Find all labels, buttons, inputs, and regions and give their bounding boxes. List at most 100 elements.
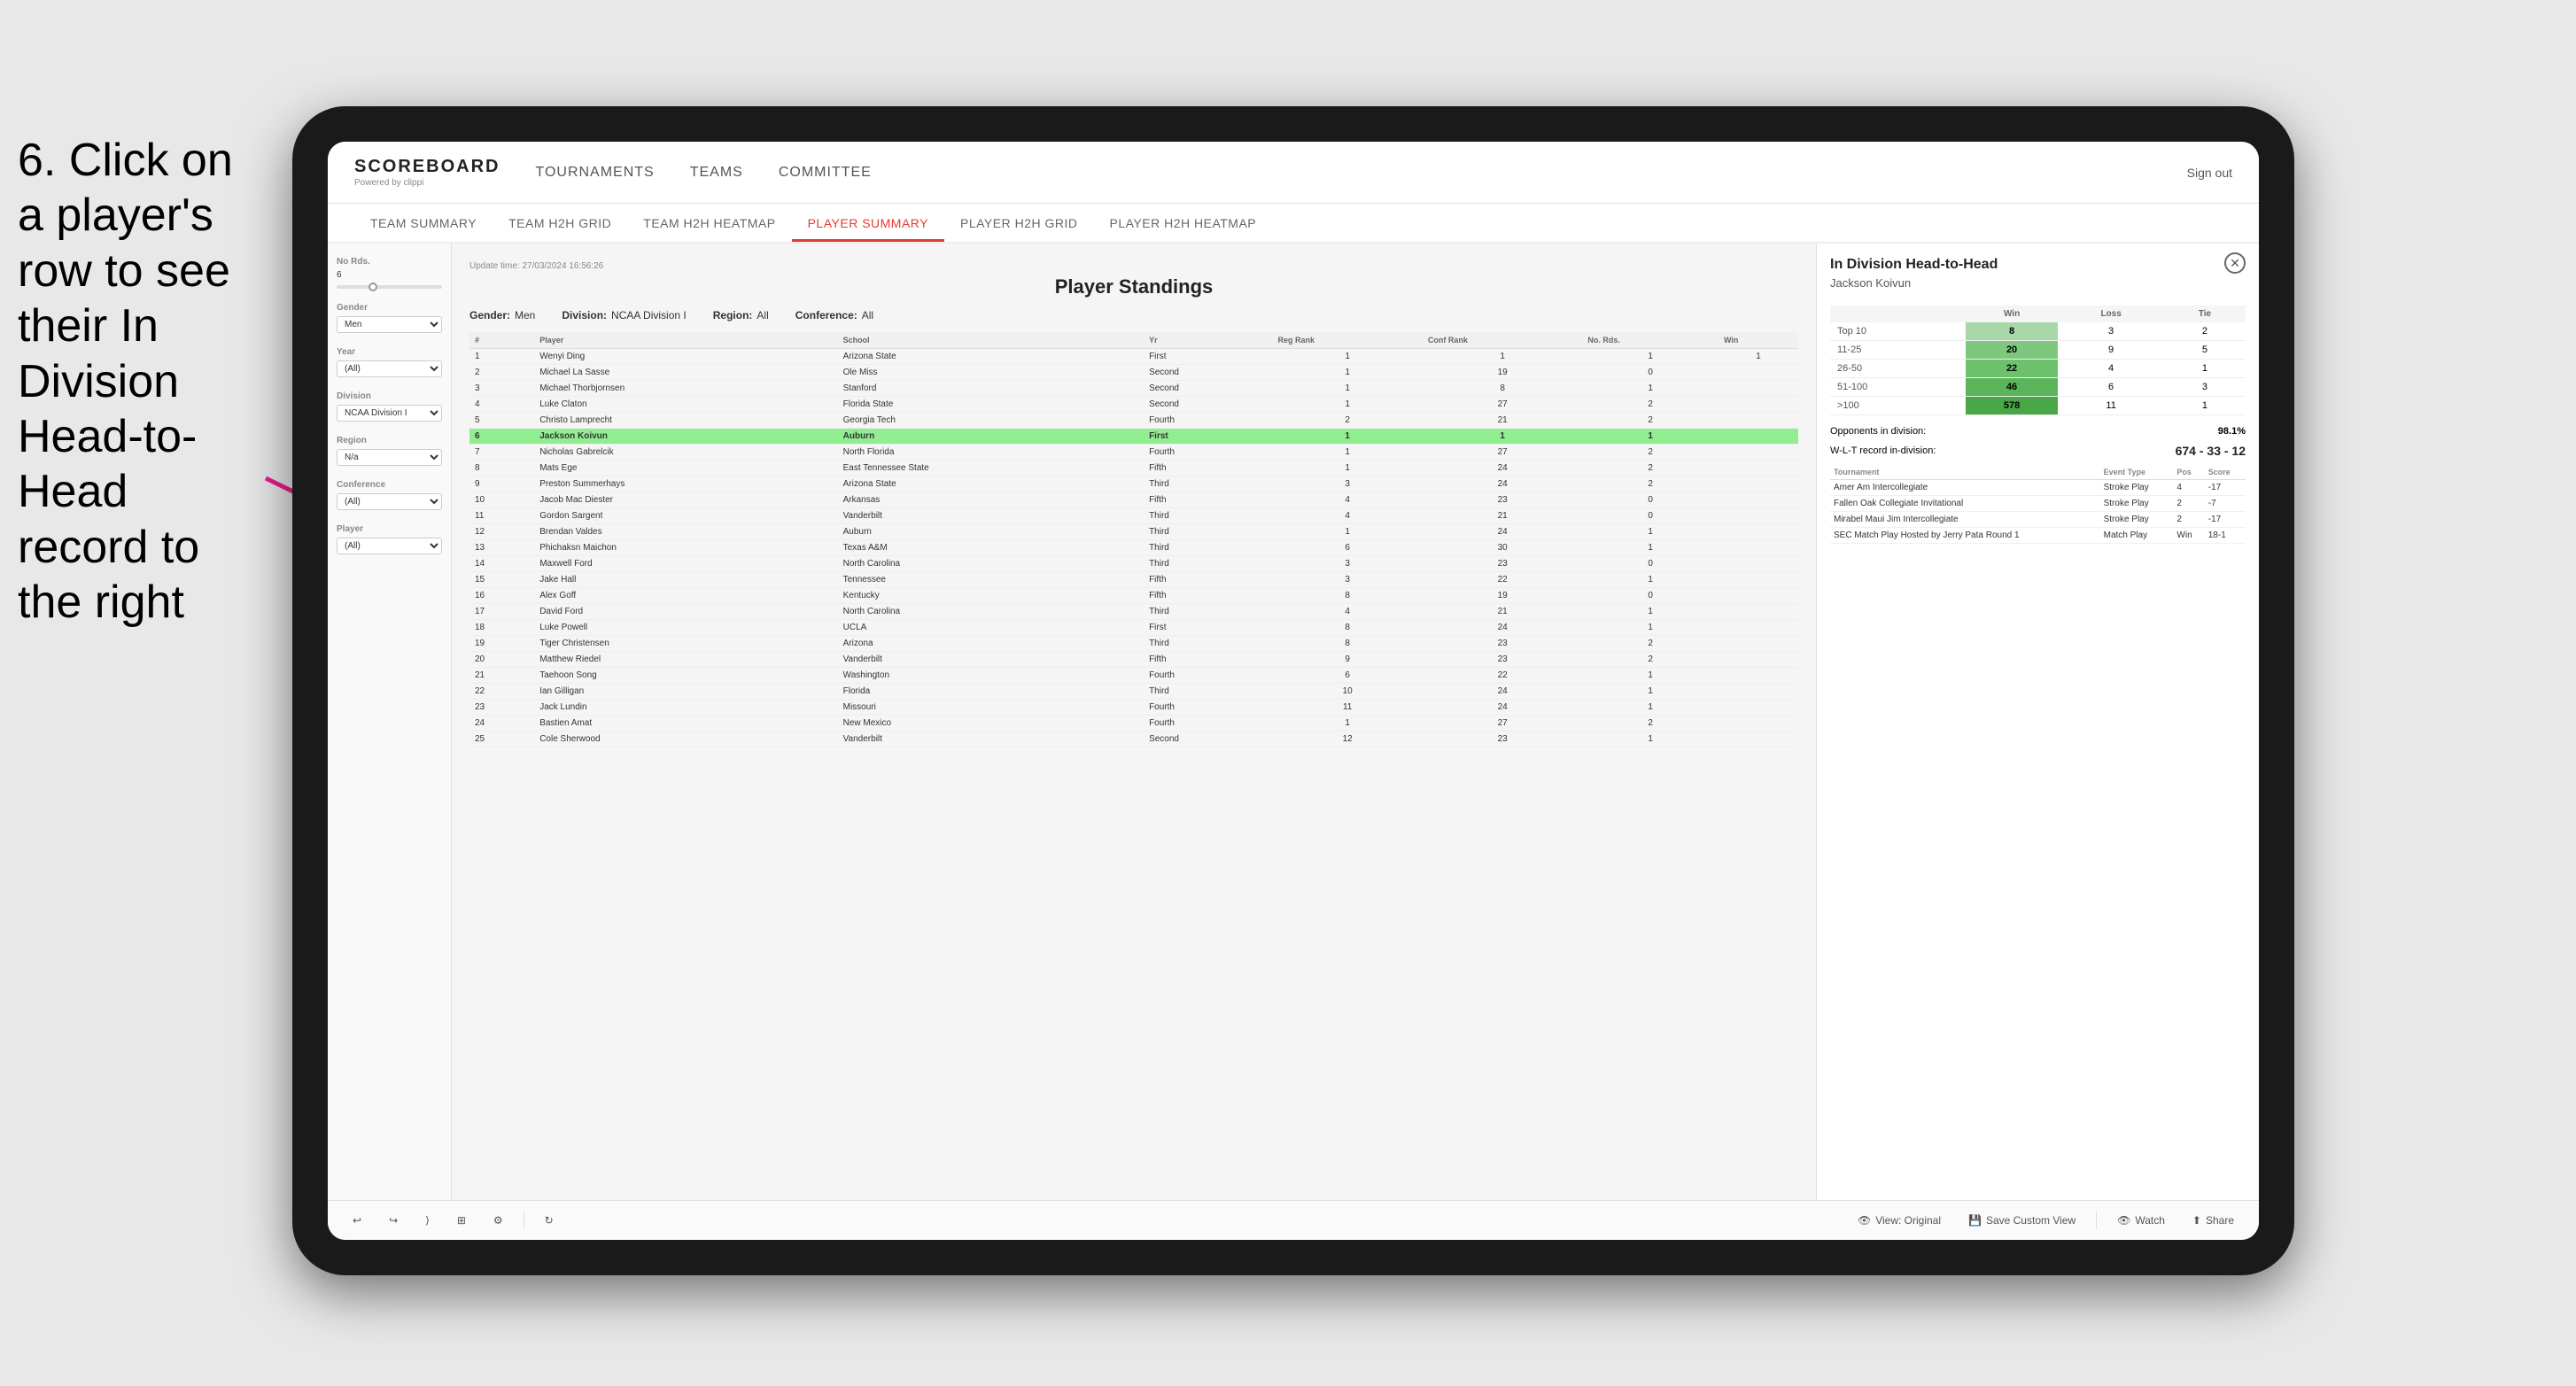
h2h-close-button[interactable]: ✕ <box>2224 252 2246 274</box>
filter-gender: Gender: Men <box>469 309 535 321</box>
table-row[interactable]: 20 Matthew Riedel Vanderbilt Fifth 9 23 … <box>469 652 1798 668</box>
forward-button[interactable]: ⟩ <box>418 1211 437 1230</box>
table-row[interactable]: 22 Ian Gilligan Florida Third 10 24 1 <box>469 684 1798 700</box>
table-row[interactable]: 7 Nicholas Gabrelcik North Florida Fourt… <box>469 445 1798 461</box>
instruction-text: 6. Click on a player's row to see their … <box>0 115 257 648</box>
gender-select[interactable]: Men Women <box>337 316 442 333</box>
division-section: Division NCAA Division I <box>337 391 442 422</box>
table-row[interactable]: 24 Bastien Amat New Mexico Fourth 1 27 2 <box>469 716 1798 732</box>
tablet-screen: SCOREBOARD Powered by clippi TOURNAMENTS… <box>328 142 2259 1240</box>
nav-item-teams[interactable]: TEAMS <box>690 160 743 185</box>
tournament-header: Tournament Event Type Pos Score <box>1830 465 2246 480</box>
col-conf-rank: Conf Rank <box>1423 332 1582 349</box>
table-row[interactable]: 10 Jacob Mac Diester Arkansas Fifth 4 23… <box>469 492 1798 508</box>
filter-conference: Conference: All <box>795 309 873 321</box>
wlt-row: W-L-T record in-division: 674 - 33 - 12 <box>1830 444 2246 458</box>
table-row[interactable]: 23 Jack Lundin Missouri Fourth 11 24 1 <box>469 700 1798 716</box>
h2h-col-tie: Tie <box>2164 306 2246 322</box>
main-content: No Rds. 6 Gender Men Women Year <box>328 244 2259 1200</box>
year-section: Year (All) <box>337 347 442 377</box>
undo-button[interactable]: ↩ <box>345 1211 369 1230</box>
right-panel: In Division Head-to-Head Jackson Koivun … <box>1816 244 2259 1200</box>
standings-table: # Player School Yr Reg Rank Conf Rank No… <box>469 332 1798 747</box>
tab-team-h2h-heatmap[interactable]: TEAM H2H HEATMAP <box>627 207 791 242</box>
gender-label: Gender <box>337 303 442 313</box>
col-num: # <box>469 332 534 349</box>
watch-button[interactable]: 👁 Watch <box>2110 1211 2172 1230</box>
table-row[interactable]: 14 Maxwell Ford North Carolina Third 3 2… <box>469 556 1798 572</box>
table-row[interactable]: 21 Taehoon Song Washington Fourth 6 22 1 <box>469 668 1798 684</box>
logo-title: SCOREBOARD <box>354 157 500 177</box>
nav-item-tournaments[interactable]: TOURNAMENTS <box>535 160 654 185</box>
division-label: Division <box>337 391 442 401</box>
table-row[interactable]: 16 Alex Goff Kentucky Fifth 8 19 0 <box>469 588 1798 604</box>
tab-player-summary[interactable]: PLAYER SUMMARY <box>792 207 944 242</box>
h2h-row: 26-50 22 4 1 <box>1830 360 2246 378</box>
share-button[interactable]: ⬆ Share <box>2185 1211 2241 1230</box>
table-row[interactable]: 12 Brendan Valdes Auburn Third 1 24 1 <box>469 524 1798 540</box>
wlt-stat: 674 - 33 - 12 <box>2176 444 2246 458</box>
table-row[interactable]: 25 Cole Sherwood Vanderbilt Second 12 23… <box>469 732 1798 747</box>
col-school: School <box>838 332 1144 349</box>
player-label: Player <box>337 524 442 534</box>
tab-team-h2h-grid[interactable]: TEAM H2H GRID <box>493 207 627 242</box>
h2h-col-win: Win <box>1966 306 2058 322</box>
table-row[interactable]: 5 Christo Lamprecht Georgia Tech Fourth … <box>469 413 1798 429</box>
col-yr: Yr <box>1144 332 1272 349</box>
division-select[interactable]: NCAA Division I <box>337 405 442 422</box>
table-row[interactable]: 9 Preston Summerhays Arizona State Third… <box>469 476 1798 492</box>
no-rds-slider[interactable] <box>337 285 442 289</box>
col-no-rds: No. Rds. <box>1582 332 1719 349</box>
year-select[interactable]: (All) <box>337 360 442 377</box>
table-row[interactable]: 6 Jackson Koivun Auburn First 1 1 1 <box>469 429 1798 445</box>
filters-row: Gender: Men Division: NCAA Division I Re… <box>469 309 1798 321</box>
region-select[interactable]: N/a <box>337 449 442 466</box>
region-label: Region <box>337 436 442 445</box>
table-row[interactable]: 1 Wenyi Ding Arizona State First 1 1 1 1 <box>469 349 1798 365</box>
table-row[interactable]: 19 Tiger Christensen Arizona Third 8 23 … <box>469 636 1798 652</box>
h2h-row: >100 578 11 1 <box>1830 397 2246 415</box>
table-row[interactable]: 4 Luke Claton Florida State Second 1 27 … <box>469 397 1798 413</box>
tournament-row: SEC Match Play Hosted by Jerry Pata Roun… <box>1830 528 2246 544</box>
table-row[interactable]: 13 Phichaksn Maichon Texas A&M Third 6 3… <box>469 540 1798 556</box>
redo-button[interactable]: ↪ <box>382 1211 405 1230</box>
nav-item-committee[interactable]: COMMITTEE <box>779 160 872 185</box>
nav-items: TOURNAMENTS TEAMS COMMITTEE <box>535 160 2186 185</box>
table-row[interactable]: 18 Luke Powell UCLA First 8 24 1 <box>469 620 1798 636</box>
table-row[interactable]: 15 Jake Hall Tennessee Fifth 3 22 1 <box>469 572 1798 588</box>
refresh-button[interactable]: ↻ <box>538 1211 561 1230</box>
settings-button[interactable]: ⚙ <box>486 1211 510 1230</box>
opponents-label: Opponents in division: <box>1830 426 1926 437</box>
table-row[interactable]: 2 Michael La Sasse Ole Miss Second 1 19 … <box>469 365 1798 381</box>
save-custom-button[interactable]: 💾 Save Custom View <box>1961 1211 2083 1230</box>
top-nav: SCOREBOARD Powered by clippi TOURNAMENTS… <box>328 142 2259 204</box>
player-section: Player (All) <box>337 524 442 554</box>
t-col-name: Tournament <box>1830 465 2100 480</box>
table-row[interactable]: 17 David Ford North Carolina Third 4 21 … <box>469 604 1798 620</box>
no-rds-section: No Rds. 6 <box>337 257 442 289</box>
opponents-row: Opponents in division: 98.1% <box>1830 426 2246 437</box>
tab-player-h2h-heatmap[interactable]: PLAYER H2H HEATMAP <box>1094 207 1273 242</box>
h2h-header: Win Loss Tie <box>1830 306 2246 322</box>
table-row[interactable]: 8 Mats Ege East Tennessee State Fifth 1 … <box>469 461 1798 476</box>
view-original-button[interactable]: 👁 View: Original <box>1851 1211 1948 1230</box>
slider-thumb <box>369 283 377 291</box>
conference-section: Conference (All) <box>337 480 442 510</box>
tab-player-h2h-grid[interactable]: PLAYER H2H GRID <box>944 207 1094 242</box>
tab-team-summary[interactable]: TEAM SUMMARY <box>354 207 493 242</box>
opponents-pct: 98.1% <box>2218 426 2246 437</box>
tournament-table: Tournament Event Type Pos Score Amer Am … <box>1830 465 2246 544</box>
crop-button[interactable]: ⊞ <box>450 1211 473 1230</box>
player-select[interactable]: (All) <box>337 538 442 554</box>
conference-label: Conference <box>337 480 442 490</box>
center-panel: Update time: 27/03/2024 16:56:26 Player … <box>452 244 1816 1200</box>
h2h-table: Win Loss Tie Top 10 8 3 2 11-25 20 9 5 2… <box>1830 306 2246 415</box>
table-row[interactable]: 3 Michael Thorbjornsen Stanford Second 1… <box>469 381 1798 397</box>
h2h-title: In Division Head-to-Head <box>1830 257 1998 273</box>
sign-out-link[interactable]: Sign out <box>2187 166 2232 180</box>
region-section: Region N/a <box>337 436 442 466</box>
table-row[interactable]: 11 Gordon Sargent Vanderbilt Third 4 21 … <box>469 508 1798 524</box>
conference-select[interactable]: (All) <box>337 493 442 510</box>
no-rds-value: 6 <box>337 270 442 280</box>
bottom-toolbar: ↩ ↪ ⟩ ⊞ ⚙ ↻ 👁 View: Original 💾 Save Cust… <box>328 1200 2259 1240</box>
